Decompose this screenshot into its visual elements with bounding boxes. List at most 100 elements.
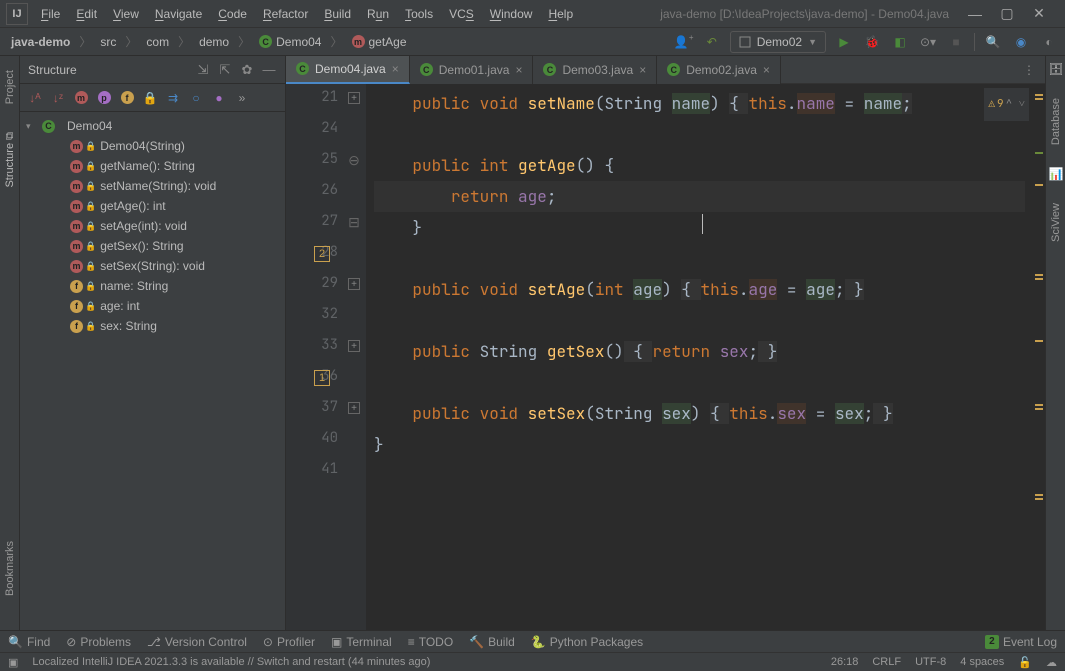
notifications-icon[interactable]: ☁ bbox=[1046, 656, 1057, 669]
tree-root[interactable]: ▾ C Demo04 bbox=[20, 116, 285, 136]
problems-badge[interactable]: ⚠ 9 ^ ˅ bbox=[984, 88, 1029, 121]
editor-tab[interactable]: CDemo01.java× bbox=[410, 56, 534, 84]
tree-item[interactable]: m🔒setSex(String): void bbox=[20, 256, 285, 276]
sciview-icon[interactable]: 📊 bbox=[1049, 167, 1063, 181]
breadcrumb-src[interactable]: src bbox=[95, 33, 121, 51]
tree-item[interactable]: f🔒name: String bbox=[20, 276, 285, 296]
tool-problems[interactable]: ⊘ Problems bbox=[66, 635, 131, 649]
tree-item[interactable]: f🔒sex: String bbox=[20, 316, 285, 336]
tool-eventlog[interactable]: 2 Event Log bbox=[985, 635, 1057, 649]
structure-tree[interactable]: ▾ C Demo04 m🔒Demo04(String)m🔒getName(): … bbox=[20, 112, 285, 630]
search-button[interactable]: 🔍 bbox=[983, 32, 1003, 52]
expand-toggle[interactable]: ▾ bbox=[26, 121, 38, 132]
menu-file[interactable]: File bbox=[34, 4, 67, 24]
add-user-icon[interactable]: 👤+ bbox=[674, 32, 694, 52]
fold-plus-icon[interactable]: + bbox=[348, 92, 360, 104]
menu-edit[interactable]: Edit bbox=[69, 4, 104, 24]
tree-item[interactable]: m🔒Demo04(String) bbox=[20, 136, 285, 156]
gutter-line[interactable]: 41 bbox=[286, 460, 338, 491]
rail-database[interactable]: Database bbox=[1050, 94, 1062, 149]
close-icon[interactable]: × bbox=[763, 63, 770, 77]
menu-build[interactable]: Build bbox=[317, 4, 358, 24]
gutter-line[interactable]: 25 bbox=[286, 150, 338, 181]
menu-navigate[interactable]: Navigate bbox=[148, 4, 209, 24]
tool-pypkg[interactable]: 🐍 Python Packages bbox=[531, 635, 643, 649]
gutter-line[interactable]: 37 bbox=[286, 398, 338, 429]
line-gutter[interactable]: 21242526272829323336374041 bbox=[286, 84, 346, 630]
rail-project[interactable]: Project bbox=[4, 66, 16, 108]
fold-plus-icon[interactable]: + bbox=[348, 340, 360, 352]
run-button[interactable]: ▶ bbox=[834, 32, 854, 52]
close-button[interactable]: ✕ bbox=[1027, 5, 1051, 23]
fold-plus-icon[interactable]: + bbox=[348, 278, 360, 290]
fold-count-1[interactable]: 1 bbox=[314, 370, 330, 386]
gutter-line[interactable]: 36 bbox=[286, 367, 338, 398]
menu-run[interactable]: Run bbox=[360, 4, 396, 24]
fold-end-icon[interactable]: ⊟ bbox=[348, 216, 360, 228]
tool-window-toggle-icon[interactable]: ▣ bbox=[8, 656, 18, 669]
editor-tab[interactable]: CDemo03.java× bbox=[533, 56, 657, 84]
sync-button[interactable]: ◉ bbox=[1011, 32, 1031, 52]
gutter-line[interactable]: 26 bbox=[286, 181, 338, 212]
breadcrumb-project[interactable]: java-demo bbox=[6, 33, 75, 51]
collapse-all-icon[interactable]: ⇱ bbox=[217, 62, 233, 78]
coverage-button[interactable]: ◧ bbox=[890, 32, 910, 52]
minimize-button[interactable]: — bbox=[963, 5, 987, 23]
expand-all-icon[interactable]: ⇲ bbox=[195, 62, 211, 78]
menu-refactor[interactable]: Refactor bbox=[256, 4, 315, 24]
status-eol[interactable]: CRLF bbox=[872, 656, 901, 668]
status-msg[interactable]: Localized IntelliJ IDEA 2021.3.3 is avai… bbox=[32, 656, 430, 668]
code-area[interactable]: ⚠ 9 ^ ˅ public void setName(String name)… bbox=[366, 84, 1033, 630]
tool-todo[interactable]: ≡ TODO bbox=[408, 635, 453, 649]
status-position[interactable]: 26:18 bbox=[831, 656, 859, 668]
show-anonymous-icon[interactable]: ● bbox=[210, 89, 228, 107]
rail-structure[interactable]: Structure ⧉ bbox=[4, 128, 16, 192]
gutter-line[interactable]: 32 bbox=[286, 305, 338, 336]
show-nonpublic-icon[interactable]: 🔒 bbox=[141, 89, 159, 107]
tree-item[interactable]: m🔒getAge(): int bbox=[20, 196, 285, 216]
menu-help[interactable]: Help bbox=[541, 4, 580, 24]
show-methods-icon[interactable]: m bbox=[72, 89, 90, 107]
profile-button[interactable]: ⊙▾ bbox=[918, 32, 938, 52]
gutter-line[interactable]: 24 bbox=[286, 119, 338, 150]
tool-build[interactable]: 🔨 Build bbox=[469, 635, 515, 649]
back-icon[interactable]: ↶ bbox=[702, 32, 722, 52]
tool-terminal[interactable]: ▣ Terminal bbox=[331, 635, 392, 649]
code-markers[interactable] bbox=[1033, 84, 1045, 630]
menu-tools[interactable]: Tools bbox=[398, 4, 440, 24]
show-fields-icon[interactable]: f bbox=[118, 89, 136, 107]
tree-item[interactable]: m🔒setName(String): void bbox=[20, 176, 285, 196]
sort-vis-icon[interactable]: ↓ᶻ bbox=[49, 89, 67, 107]
settings-icon[interactable]: ✿ bbox=[239, 62, 255, 78]
breadcrumb-com[interactable]: com bbox=[141, 33, 174, 51]
show-properties-icon[interactable]: p bbox=[95, 89, 113, 107]
menu-view[interactable]: View bbox=[106, 4, 146, 24]
breadcrumb-demo[interactable]: demo bbox=[194, 33, 234, 51]
more-icon[interactable]: » bbox=[233, 89, 251, 107]
rail-sciview[interactable]: SciView bbox=[1050, 199, 1062, 246]
menu-window[interactable]: Window bbox=[483, 4, 540, 24]
fold-minus-icon[interactable]: ⊖ bbox=[348, 154, 360, 166]
fold-plus-icon[interactable]: + bbox=[348, 402, 360, 414]
tool-vcs[interactable]: ⎇ Version Control bbox=[147, 635, 247, 649]
tree-item[interactable]: m🔒getSex(): String bbox=[20, 236, 285, 256]
editor-tab[interactable]: CDemo04.java× bbox=[286, 56, 410, 84]
tab-more-icon[interactable]: ⋮ bbox=[1013, 63, 1045, 77]
gutter-line[interactable]: 21 bbox=[286, 88, 338, 119]
stop-button[interactable]: ■ bbox=[946, 32, 966, 52]
fold-count-2[interactable]: 2 bbox=[314, 246, 330, 262]
run-configuration-selector[interactable]: Demo02 ▼ bbox=[730, 31, 826, 53]
gutter-line[interactable]: 40 bbox=[286, 429, 338, 460]
close-icon[interactable]: × bbox=[639, 63, 646, 77]
ide-scripts-icon[interactable]: ◐ bbox=[1039, 32, 1059, 52]
database-icon[interactable]: 🗄 bbox=[1049, 62, 1063, 76]
maximize-button[interactable]: ▢ bbox=[995, 5, 1019, 23]
gutter-line[interactable]: 28 bbox=[286, 243, 338, 274]
tree-item[interactable]: f🔒age: int bbox=[20, 296, 285, 316]
tool-profiler[interactable]: ⊙ Profiler bbox=[263, 635, 315, 649]
status-indent[interactable]: 4 spaces bbox=[960, 656, 1004, 668]
menu-code[interactable]: Code bbox=[211, 4, 254, 24]
gutter-line[interactable]: 27 bbox=[286, 212, 338, 243]
gutter-line[interactable]: 29 bbox=[286, 274, 338, 305]
menu-vcs[interactable]: VCS bbox=[442, 4, 481, 24]
